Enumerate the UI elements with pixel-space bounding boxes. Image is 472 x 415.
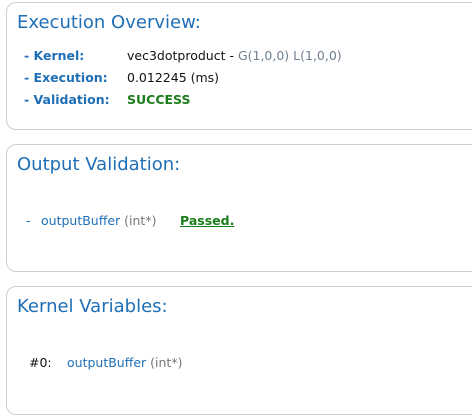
kernel-variables-title: Kernel Variables: bbox=[17, 296, 168, 317]
execution-overview-panel: Execution Overview: - Kernel: vec3dotpro… bbox=[6, 2, 472, 130]
validation-label: - Validation: bbox=[24, 92, 110, 107]
output-validation-panel: Output Validation: - outputBuffer (int*)… bbox=[6, 144, 472, 272]
execution-time-value: 0.012245 (ms) bbox=[127, 70, 220, 85]
output-validation-title: Output Validation: bbox=[17, 154, 181, 175]
variable-name-link[interactable]: outputBuffer bbox=[67, 355, 146, 370]
output-buffer-type: (int*) bbox=[124, 213, 157, 228]
variable-index: #0: bbox=[29, 355, 52, 370]
kernel-name: vec3dotproduct - bbox=[127, 48, 238, 63]
kernel-value: vec3dotproduct - G(1,0,0) L(1,0,0) bbox=[127, 48, 342, 63]
output-buffer-entry: outputBuffer (int*) bbox=[41, 213, 156, 228]
output-buffer-link[interactable]: outputBuffer bbox=[41, 213, 120, 228]
variable-type: (int*) bbox=[150, 355, 183, 370]
kernel-variables-panel: Kernel Variables: #0: outputBuffer (int*… bbox=[6, 286, 472, 415]
variable-entry: outputBuffer (int*) bbox=[67, 355, 182, 370]
list-dash: - bbox=[26, 213, 31, 228]
validation-passed-link[interactable]: Passed. bbox=[180, 213, 234, 228]
kernel-label: - Kernel: bbox=[24, 48, 85, 63]
execution-label: - Execution: bbox=[24, 70, 108, 85]
execution-overview-title: Execution Overview: bbox=[17, 12, 201, 33]
kernel-work-sizes: G(1,0,0) L(1,0,0) bbox=[237, 48, 342, 63]
validation-status-value: SUCCESS bbox=[127, 92, 191, 107]
